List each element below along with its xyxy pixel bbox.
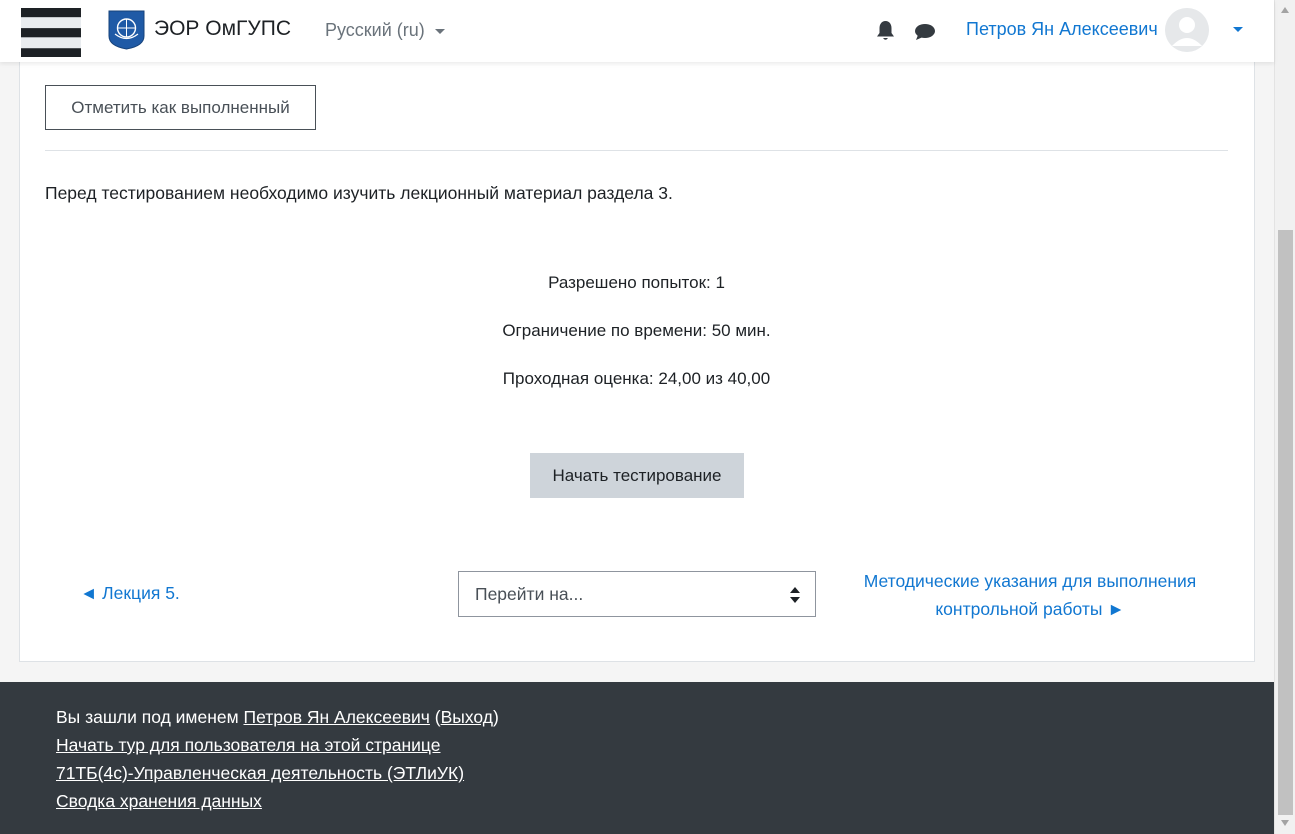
course-link[interactable]: 71ТБ(4с)-Управленческая деятельность (ЭТ… (56, 763, 464, 783)
site-name[interactable]: ЭОР ОмГУПС (154, 17, 291, 41)
logged-in-info: Вы зашли под именем Петров Ян Алексеевич… (56, 707, 499, 727)
page-footer: Вы зашли под именем Петров Ян Алексеевич… (0, 682, 1274, 834)
divider (45, 150, 1228, 151)
logo-icon[interactable] (108, 10, 145, 50)
start-test-button[interactable]: Начать тестирование (530, 453, 744, 498)
drawer-toggle-button[interactable] (21, 8, 81, 58)
bell-icon[interactable] (876, 20, 895, 41)
time-limit: Ограничение по времени: 50 мин. (502, 321, 771, 340)
avatar-icon (1165, 8, 1209, 52)
intro-text: Перед тестированием необходимо изучить л… (45, 183, 673, 203)
jump-to-select-value: Перейти на... (475, 584, 584, 604)
data-retention-link[interactable]: Сводка хранения данных (56, 791, 262, 811)
logged-in-prefix: Вы зашли под именем (56, 707, 239, 727)
logout-link[interactable]: Выход (441, 707, 493, 727)
user-menu-name[interactable]: Петров Ян Алексеевич (966, 19, 1158, 40)
chat-icon[interactable] (914, 23, 936, 41)
top-navbar: ЭОР ОмГУПС Русский ‎(ru)‎ Петров Ян Алек… (0, 0, 1274, 62)
language-label: Русский ‎(ru)‎ (325, 20, 425, 40)
select-arrows-icon (790, 587, 800, 603)
user-tour-link[interactable]: Начать тур для пользователя на этой стра… (56, 735, 440, 755)
attempts-allowed: Разрешено попыток: 1 (548, 273, 725, 292)
next-activity-link[interactable]: Методические указания для выполнения кон… (860, 567, 1200, 623)
language-menu[interactable]: Русский ‎(ru)‎ (325, 20, 445, 41)
grade-to-pass: Проходная оценка: 24,00 из 40,00 (502, 369, 771, 388)
scroll-down-arrow-icon[interactable] (1281, 820, 1289, 826)
prev-activity-link[interactable]: ◄ Лекция 5. (80, 583, 180, 604)
mark-as-done-button[interactable]: Отметить как выполненный (45, 85, 316, 130)
menu-icon (21, 8, 81, 58)
vertical-scrollbar[interactable] (1274, 0, 1295, 834)
scrollbar-thumb[interactable] (1278, 230, 1293, 815)
user-menu-chevron-icon[interactable] (1233, 27, 1243, 32)
avatar[interactable] (1165, 8, 1209, 52)
chevron-down-icon (434, 28, 445, 34)
scroll-up-arrow-icon[interactable] (1281, 7, 1289, 13)
jump-to-select[interactable]: Перейти на... (458, 571, 816, 617)
footer-user-link[interactable]: Петров Ян Алексеевич (244, 707, 430, 727)
